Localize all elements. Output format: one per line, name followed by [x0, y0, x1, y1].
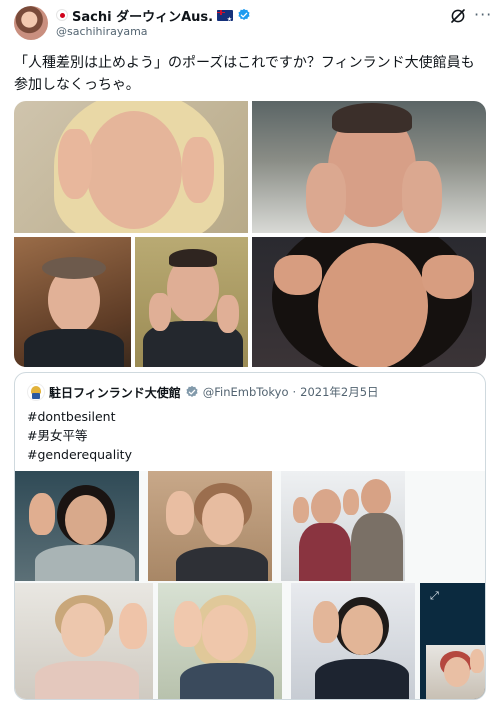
video-tile: [15, 471, 139, 581]
jp-flag-icon: [56, 9, 68, 21]
tile-face: [444, 657, 470, 687]
video-tile: [158, 583, 282, 699]
photo-hand: [149, 293, 171, 331]
hashtag-gender-equality-jp[interactable]: #男女平等: [27, 426, 132, 445]
tile-face: [361, 479, 391, 515]
video-tile-inset: [426, 645, 485, 699]
hashtag-genderequality[interactable]: #genderequality: [27, 445, 132, 464]
photo-hair: [42, 257, 106, 279]
tile-face: [61, 603, 105, 657]
tile-hand: [343, 489, 359, 515]
tile-body: [299, 523, 351, 581]
tile-face: [341, 605, 383, 655]
photo-hand: [182, 137, 214, 203]
tile-hand: [313, 601, 339, 643]
quoted-tweet-text: #dontbesilent #男女平等 #genderequality: [27, 407, 132, 464]
photo-hand: [217, 295, 239, 333]
grok-icon[interactable]: [449, 7, 467, 25]
tile-body: [35, 545, 135, 581]
video-tile: [15, 583, 153, 699]
tile-hand: [293, 497, 309, 523]
display-name[interactable]: Sachi ダーウィンAus.: [72, 6, 213, 25]
photo-hand: [402, 161, 442, 233]
quoted-display-name[interactable]: 駐日フィンランド大使館: [49, 384, 181, 401]
photo-hand: [58, 129, 92, 199]
photo-3[interactable]: [14, 237, 131, 367]
au-flag-icon: [217, 9, 234, 21]
tile-face: [65, 495, 107, 545]
verified-badge-gray-icon: [186, 385, 198, 397]
tile-face: [202, 493, 244, 545]
photo-5[interactable]: [252, 237, 486, 367]
tweet-photo-grid[interactable]: [14, 101, 486, 367]
photo-suit: [24, 329, 124, 367]
tile-hand: [470, 649, 484, 673]
tile-body: [180, 663, 274, 699]
photo-4[interactable]: [135, 237, 248, 367]
more-icon[interactable]: ···: [474, 7, 492, 23]
video-tile: ⤢: [420, 583, 485, 699]
photo-2[interactable]: [252, 101, 486, 233]
tile-body: [351, 513, 403, 581]
name-row[interactable]: Sachi ダーウィンAus.: [56, 6, 251, 25]
hashtag-dontbesilent[interactable]: #dontbesilent: [27, 407, 132, 426]
verified-badge-icon: [238, 8, 250, 20]
photo-face: [318, 243, 428, 367]
tweet-text: 「人種差別は止めよう」のポーズはこれですか？フィンランド大使館員も参加しなくっち…: [14, 55, 475, 93]
user-handle[interactable]: @sachihirayama: [56, 25, 148, 38]
video-call-grid[interactable]: ⤢: [15, 471, 485, 699]
photo-hair: [169, 249, 217, 267]
tile-hand: [29, 493, 55, 535]
quoted-date[interactable]: 2021年2月5日: [300, 384, 378, 400]
tile-hand: [174, 601, 202, 647]
video-tile: [291, 583, 415, 699]
tile-hand: [166, 491, 194, 535]
video-tile: [148, 471, 272, 581]
user-avatar[interactable]: [14, 6, 48, 40]
tile-hand: [119, 603, 147, 649]
tile-face: [311, 489, 341, 525]
tile-body: [315, 659, 409, 699]
photo-hand: [274, 255, 322, 295]
video-tile: [281, 471, 405, 581]
quoted-handle[interactable]: @FinEmbTokyo: [203, 385, 289, 399]
photo-hand: [306, 163, 346, 233]
quoted-tweet-header: 駐日フィンランド大使館 @FinEmbTokyo · 2021年2月5日: [27, 383, 379, 401]
quoted-tweet[interactable]: 駐日フィンランド大使館 @FinEmbTokyo · 2021年2月5日 #do…: [14, 372, 486, 700]
expand-icon[interactable]: ⤢: [430, 589, 439, 603]
embassy-avatar-icon[interactable]: [27, 383, 45, 401]
tweet-header: Sachi ダーウィンAus. @sachihirayama ···: [0, 0, 500, 44]
photo-hair: [332, 103, 412, 133]
meta-separator: ·: [292, 385, 297, 399]
tile-face: [202, 605, 248, 661]
photo-hand: [422, 255, 474, 299]
photo-1[interactable]: [14, 101, 248, 233]
tile-body: [35, 661, 139, 699]
photo-face: [86, 111, 182, 229]
tile-body: [176, 547, 268, 581]
